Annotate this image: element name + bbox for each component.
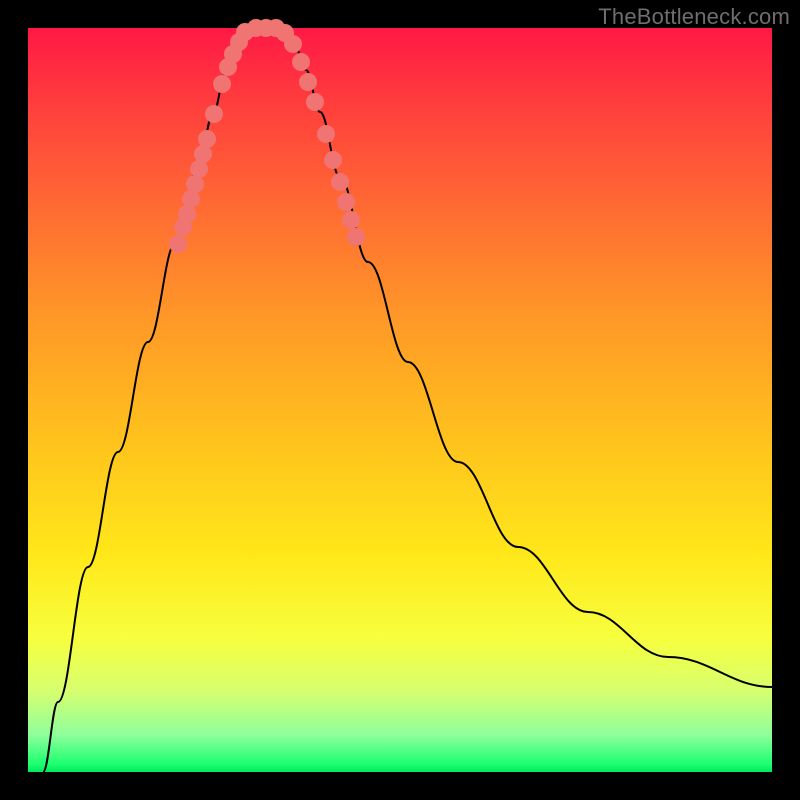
watermark-text: TheBottleneck.com (598, 4, 790, 30)
sample-point (324, 151, 342, 169)
plot-area (28, 28, 772, 772)
sample-point (169, 235, 187, 253)
sample-point (198, 130, 216, 148)
marker-group (169, 19, 365, 253)
curve-svg (28, 28, 772, 772)
sample-point (284, 35, 302, 53)
sample-point (331, 173, 349, 191)
sample-point (342, 211, 360, 229)
sample-point (306, 93, 324, 111)
sample-point (213, 75, 231, 93)
sample-point (337, 193, 355, 211)
sample-point (299, 73, 317, 91)
sample-point (317, 125, 335, 143)
bottleneck-curve (43, 28, 772, 772)
sample-point (205, 105, 223, 123)
sample-point (292, 53, 310, 71)
chart-frame: TheBottleneck.com (0, 0, 800, 800)
sample-point (347, 228, 365, 246)
